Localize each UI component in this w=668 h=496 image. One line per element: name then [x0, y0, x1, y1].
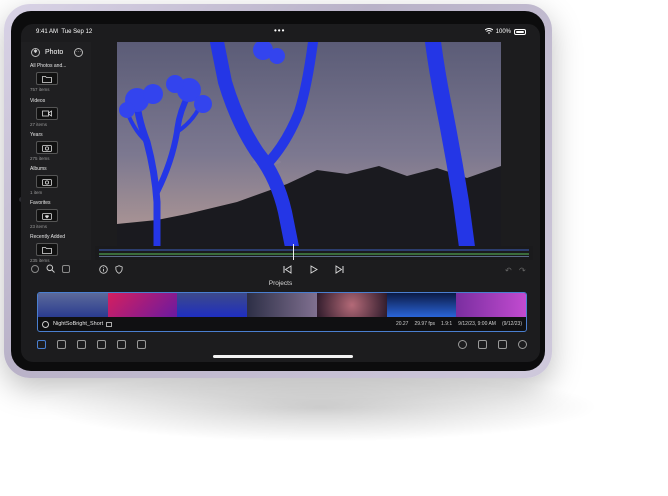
info-icon[interactable]: [99, 264, 108, 276]
sidebar-item-count: 757 items: [30, 87, 50, 92]
help-icon[interactable]: [518, 340, 527, 349]
photo-sidebar: ✱ Photo ··· All Photos and... 757 items …: [21, 42, 91, 263]
project-clip[interactable]: NightSoBright_Short 20.27 29.97 fps 1.9:…: [37, 292, 527, 332]
filter-icon[interactable]: [31, 265, 39, 273]
projects-header: Projects: [268, 280, 293, 287]
sidebar-item-label: Videos: [30, 98, 46, 104]
ipad-device: 9:41 AM Tue Sep 12 ••• 100% ✱ Photo ··· …: [4, 4, 552, 378]
heart-icon: [36, 209, 58, 222]
clip-ratio: 1.9:1: [441, 321, 453, 327]
camera-icon: [36, 141, 58, 154]
status-right: 100%: [484, 28, 526, 36]
undo-icon[interactable]: ↶: [505, 266, 512, 275]
sidebar-item-years[interactable]: Years 275 items: [30, 132, 88, 161]
sidebar-item-label: All Photos and...: [30, 63, 67, 69]
grid-view-icon[interactable]: [62, 265, 70, 273]
bottom-toolbar: [21, 340, 540, 354]
delete-icon[interactable]: [137, 340, 146, 349]
sub-track: [99, 256, 529, 257]
import-icon[interactable]: [77, 340, 86, 349]
clip-name: NightSoBright_Short: [53, 321, 104, 327]
video-preview[interactable]: [117, 42, 501, 247]
sidebar-item-count: 27 items: [30, 122, 48, 127]
sidebar-title: Photo: [45, 48, 64, 56]
library-icon[interactable]: [37, 340, 46, 349]
sidebar-item-count: 23 items: [30, 224, 48, 229]
sidebar-item-albums[interactable]: Albums 1 item: [30, 166, 88, 195]
search-icon[interactable]: [458, 340, 467, 349]
app-screen: 9:41 AM Tue Sep 12 ••• 100% ✱ Photo ··· …: [21, 24, 540, 362]
sidebar-item-all-photos[interactable]: All Photos and... 757 items: [30, 63, 88, 92]
shield-icon[interactable]: [115, 264, 123, 276]
multitasking-dots-icon[interactable]: •••: [274, 26, 285, 35]
device-shadow: [40, 372, 600, 442]
timeline-scrubber[interactable]: [95, 244, 533, 260]
share-icon[interactable]: [498, 340, 507, 349]
sidebar-item-label: Favorites: [30, 200, 51, 206]
battery-icon: [514, 29, 526, 35]
clip-thumbnails: [38, 293, 526, 317]
folder-icon: [36, 243, 58, 256]
frame-thumbnail: [177, 293, 248, 317]
sidebar-item-count: 1 item: [30, 190, 43, 195]
redo-icon[interactable]: ↷: [519, 266, 526, 275]
video-track: [99, 249, 529, 251]
clip-meta: 20.27 29.97 fps 1.9:1 9/12/23, 9:00 AM (…: [396, 321, 522, 327]
status-time-text: 9:41 AM: [36, 29, 59, 35]
frame-thumbnail: [107, 293, 178, 317]
sidebar-item-recently-added[interactable]: Recently Added 235 items: [30, 234, 88, 263]
more-icon[interactable]: ···: [74, 47, 83, 57]
transport-controls: ↶ ↷: [95, 262, 533, 278]
status-date-text: Tue Sep 12: [61, 29, 93, 35]
sidebar-item-favorites[interactable]: Favorites 23 items: [30, 200, 88, 229]
playhead[interactable]: [293, 244, 294, 260]
sidebar-header: ✱ Photo ···: [31, 46, 83, 58]
clip-badge-icon: [106, 321, 113, 327]
clip-date: 9/12/23, 9:00 AM: [458, 321, 496, 327]
select-checkbox[interactable]: [42, 320, 49, 328]
desert-night-scene: [117, 42, 501, 247]
sidebar-item-videos[interactable]: Videos 27 items: [30, 98, 88, 127]
camera-icon: [36, 175, 58, 188]
video-icon: [36, 107, 58, 120]
archive-icon[interactable]: [117, 340, 126, 349]
wifi-icon: [484, 28, 493, 36]
clip-fps: 29.97 fps: [414, 321, 436, 327]
frame-thumbnail: [247, 293, 317, 317]
frame-thumbnail: [38, 293, 108, 317]
status-time: 9:41 AM Tue Sep 12: [36, 29, 92, 35]
sidebar-toolbar: [21, 262, 101, 276]
frame-thumbnail: [386, 293, 457, 317]
sidebar-item-label: Recently Added: [30, 234, 66, 240]
skip-forward-icon[interactable]: [335, 264, 344, 276]
skip-back-icon[interactable]: [283, 264, 292, 276]
sidebar-item-label: Years: [30, 132, 43, 138]
search-icon[interactable]: [46, 260, 55, 278]
frame-thumbnail: [316, 293, 387, 317]
play-icon[interactable]: [309, 264, 318, 276]
clip-info-bar: NightSoBright_Short 20.27 29.97 fps 1.9:…: [38, 317, 526, 331]
audio-track: [99, 253, 529, 255]
frame-thumbnail: [456, 293, 526, 317]
duplicate-icon[interactable]: [97, 340, 106, 349]
new-project-icon[interactable]: [57, 340, 66, 349]
battery-percent: 100%: [495, 29, 511, 35]
clip-date-short: (9/12/23): [501, 321, 522, 327]
status-bar: 9:41 AM Tue Sep 12 ••• 100%: [21, 24, 540, 39]
folder-icon: [36, 72, 58, 85]
home-indicator[interactable]: [213, 355, 353, 358]
sort-icon[interactable]: [478, 340, 487, 349]
clip-duration: 20.27: [395, 321, 409, 327]
sidebar-item-count: 275 items: [30, 156, 50, 161]
settings-icon[interactable]: ✱: [31, 47, 40, 57]
sidebar-item-label: Albums: [30, 166, 47, 172]
